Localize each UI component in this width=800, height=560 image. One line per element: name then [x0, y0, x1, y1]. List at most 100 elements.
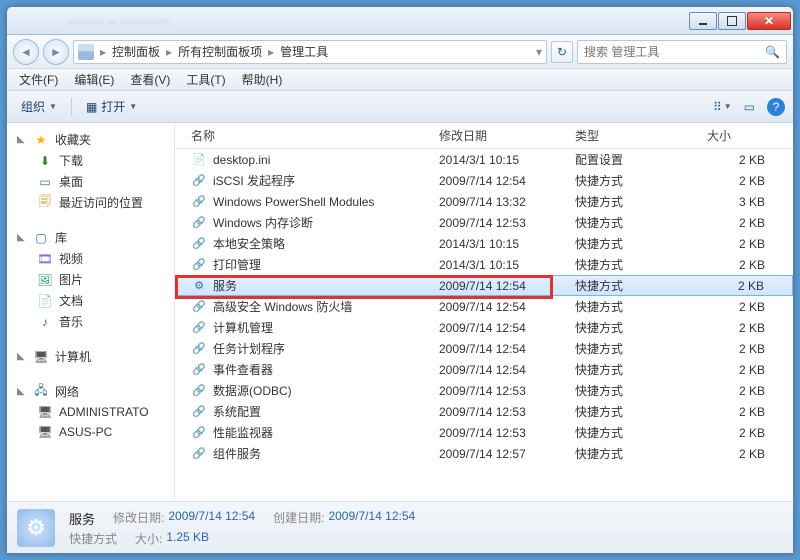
- file-row[interactable]: 🔗本地安全策略2014/3/1 10:15快捷方式2 KB: [175, 233, 793, 254]
- file-row[interactable]: 🔗性能监视器2009/7/14 12:53快捷方式2 KB: [175, 422, 793, 443]
- organize-button[interactable]: 组织 ▼: [15, 96, 63, 117]
- search-input[interactable]: [584, 45, 765, 59]
- breadcrumb-item[interactable]: 控制面板: [108, 43, 164, 60]
- file-row[interactable]: 🔗打印管理2014/3/1 10:15快捷方式2 KB: [175, 254, 793, 275]
- file-row[interactable]: 🔗计算机管理2009/7/14 12:54快捷方式2 KB: [175, 317, 793, 338]
- sidebar-item[interactable]: 🎞视频: [7, 248, 174, 269]
- file-type: 快捷方式: [575, 340, 707, 357]
- file-row[interactable]: 🔗Windows 内存诊断2009/7/14 12:53快捷方式2 KB: [175, 212, 793, 233]
- file-row[interactable]: 🔗事件查看器2009/7/14 12:54快捷方式2 KB: [175, 359, 793, 380]
- file-date: 2014/3/1 10:15: [439, 237, 575, 251]
- preview-pane-button[interactable]: ▭: [744, 100, 755, 114]
- file-name: 服务: [213, 277, 439, 294]
- sidebar-item-label: 文档: [59, 292, 83, 309]
- sidebar-item[interactable]: 🖥ASUS-PC: [7, 422, 174, 442]
- sidebar-item[interactable]: 🖥ADMINISTRATO: [7, 402, 174, 422]
- file-size: 2 KB: [707, 384, 793, 398]
- file-date: 2009/7/14 12:57: [439, 447, 575, 461]
- file-type: 快捷方式: [575, 424, 707, 441]
- col-name[interactable]: 名称: [191, 127, 439, 144]
- sidebar-item[interactable]: ♪音乐: [7, 311, 174, 332]
- status-type: 快捷方式: [69, 530, 117, 547]
- file-icon: 🔗: [191, 236, 207, 252]
- help-icon[interactable]: ?: [767, 98, 785, 116]
- file-size: 2 KB: [707, 363, 793, 377]
- sidebar-item[interactable]: ⬇下载: [7, 150, 174, 171]
- menu-help[interactable]: 帮助(H): [236, 71, 289, 88]
- file-icon: 🔗: [191, 257, 207, 273]
- file-type: 快捷方式: [575, 235, 707, 252]
- search-box[interactable]: 🔍: [577, 40, 787, 64]
- sidebar-item[interactable]: 📄文档: [7, 290, 174, 311]
- file-size: 2 KB: [707, 405, 793, 419]
- file-type: 快捷方式: [575, 403, 707, 420]
- file-type: 配置设置: [575, 151, 707, 168]
- nav-forward-button[interactable]: ►: [43, 39, 69, 65]
- file-type: 快捷方式: [575, 361, 707, 378]
- maximize-button[interactable]: [718, 12, 746, 30]
- sidebar-group-head[interactable]: ◣🖧网络: [7, 381, 174, 402]
- sidebar-group-head[interactable]: ◣▢库: [7, 227, 174, 248]
- sidebar-item[interactable]: ▭桌面: [7, 171, 174, 192]
- file-date: 2009/7/14 12:54: [439, 279, 575, 293]
- breadcrumb-item[interactable]: 管理工具: [276, 43, 332, 60]
- chevron-down-icon: ▼: [49, 102, 57, 111]
- file-type: 快捷方式: [575, 445, 707, 462]
- sidebar-item-label: 音乐: [59, 313, 83, 330]
- menu-file[interactable]: 文件(F): [13, 71, 64, 88]
- sidebar-group-head[interactable]: ◣★收藏夹: [7, 129, 174, 150]
- file-date: 2009/7/14 12:54: [439, 363, 575, 377]
- file-row[interactable]: 🔗数据源(ODBC)2009/7/14 12:53快捷方式2 KB: [175, 380, 793, 401]
- file-date: 2009/7/14 12:54: [439, 300, 575, 314]
- breadcrumb-root-icon: [78, 44, 94, 60]
- file-type: 快捷方式: [575, 319, 707, 336]
- nav-back-button[interactable]: ◄: [13, 39, 39, 65]
- file-name: 数据源(ODBC): [213, 382, 439, 399]
- file-row[interactable]: 🔗iSCSI 发起程序2009/7/14 12:54快捷方式2 KB: [175, 170, 793, 191]
- file-size: 3 KB: [707, 195, 793, 209]
- col-type[interactable]: 类型: [575, 127, 707, 144]
- file-size: 2 KB: [707, 216, 793, 230]
- file-date: 2009/7/14 12:54: [439, 174, 575, 188]
- file-row[interactable]: 🔗系统配置2009/7/14 12:53快捷方式2 KB: [175, 401, 793, 422]
- sidebar-item-label: 图片: [59, 271, 83, 288]
- file-row[interactable]: 🔗Windows PowerShell Modules2009/7/14 13:…: [175, 191, 793, 212]
- pic-icon: 🖼: [37, 272, 53, 288]
- file-row[interactable]: 📄desktop.ini2014/3/1 10:15配置设置2 KB: [175, 149, 793, 170]
- file-row[interactable]: 🔗任务计划程序2009/7/14 12:54快捷方式2 KB: [175, 338, 793, 359]
- menu-view[interactable]: 查看(V): [124, 71, 176, 88]
- file-date: 2014/3/1 10:15: [439, 258, 575, 272]
- sidebar-group-head[interactable]: ◣🖥计算机: [7, 346, 174, 367]
- minimize-button[interactable]: [689, 12, 717, 30]
- refresh-button[interactable]: ↻: [551, 41, 573, 63]
- sidebar-item-label: 视频: [59, 250, 83, 267]
- open-label: 打开: [101, 98, 125, 115]
- file-type: 快捷方式: [575, 214, 707, 231]
- sidebar-group-label: 库: [55, 229, 67, 246]
- sidebar-item[interactable]: 🗐最近访问的位置: [7, 192, 174, 213]
- file-row[interactable]: ⚙服务2009/7/14 12:54快捷方式2 KB: [175, 275, 793, 296]
- menu-tools[interactable]: 工具(T): [180, 71, 231, 88]
- file-name: 打印管理: [213, 256, 439, 273]
- chevron-down-icon[interactable]: ▾: [536, 45, 542, 59]
- file-row[interactable]: 🔗组件服务2009/7/14 12:57快捷方式2 KB: [175, 443, 793, 464]
- sidebar-item[interactable]: 🖼 图片: [7, 269, 174, 290]
- open-button[interactable]: ▦ 打开 ▼: [80, 96, 143, 117]
- expand-icon: ◣: [17, 134, 27, 145]
- breadcrumb[interactable]: ▸ 控制面板 ▸ 所有控制面板项 ▸ 管理工具 ▾: [73, 40, 547, 64]
- file-icon: ⚙: [191, 278, 207, 294]
- file-row[interactable]: 🔗高级安全 Windows 防火墙2009/7/14 12:54快捷方式2 KB: [175, 296, 793, 317]
- file-icon: 📄: [191, 152, 207, 168]
- search-icon[interactable]: 🔍: [765, 45, 780, 59]
- breadcrumb-item[interactable]: 所有控制面板项: [174, 43, 266, 60]
- file-icon: 🔗: [191, 425, 207, 441]
- col-size[interactable]: 大小: [707, 127, 793, 144]
- file-icon: 🔗: [191, 194, 207, 210]
- menu-edit[interactable]: 编辑(E): [68, 71, 120, 88]
- file-icon: 🔗: [191, 404, 207, 420]
- close-button[interactable]: ✕: [747, 12, 791, 30]
- expand-icon: ◣: [17, 351, 27, 362]
- dk-icon: ▭: [37, 174, 53, 190]
- col-date[interactable]: 修改日期: [439, 127, 575, 144]
- view-mode-button[interactable]: ⠿ ▼: [713, 100, 732, 114]
